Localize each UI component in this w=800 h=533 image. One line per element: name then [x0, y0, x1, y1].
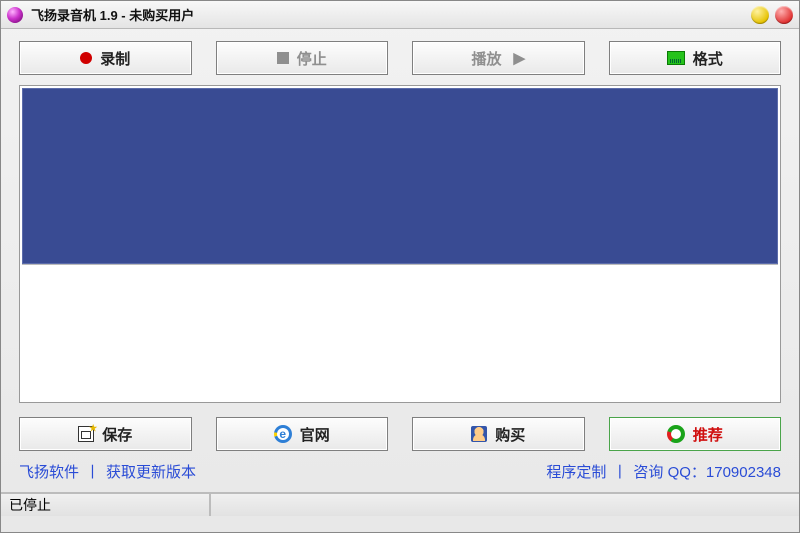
minimize-button[interactable] — [751, 6, 769, 24]
link-consult[interactable]: 咨询 QQ：170902348 — [633, 461, 781, 482]
separator: 丨 — [612, 461, 627, 482]
waveform-display — [22, 88, 778, 264]
user-icon — [471, 426, 487, 442]
format-button[interactable]: 格式 — [609, 41, 782, 75]
link-bar: 飞扬软件 丨 获取更新版本 程序定制 丨 咨询 QQ：170902348 — [1, 457, 799, 492]
record-icon — [80, 52, 92, 64]
separator: 丨 — [85, 461, 100, 482]
save-icon — [78, 426, 94, 442]
format-label: 格式 — [693, 48, 723, 69]
stop-icon — [277, 52, 289, 64]
main-toolbar: 录制 停止 播放 ▶ 格式 — [1, 29, 799, 85]
stop-button[interactable]: 停止 — [216, 41, 389, 75]
status-text: 已停止 — [1, 494, 211, 516]
recommend-button[interactable]: 推荐 — [609, 417, 782, 451]
browser-icon — [274, 425, 292, 443]
stop-label: 停止 — [297, 48, 327, 69]
website-button[interactable]: 官网 — [216, 417, 389, 451]
play-label: 播放 — [471, 48, 501, 69]
waveform-detail — [22, 264, 778, 400]
website-label: 官网 — [300, 424, 330, 445]
recommend-label: 推荐 — [693, 424, 723, 445]
link-software[interactable]: 飞扬软件 — [19, 461, 79, 482]
save-label: 保存 — [102, 424, 132, 445]
save-button[interactable]: 保存 — [19, 417, 192, 451]
waveform-area — [19, 85, 781, 403]
format-icon — [667, 51, 685, 65]
play-icon: ▶ — [513, 49, 525, 67]
window-title: 飞扬录音机 1.9 - 未购买用户 — [31, 5, 751, 24]
link-update[interactable]: 获取更新版本 — [106, 461, 196, 482]
app-icon — [7, 7, 23, 23]
swirl-icon — [667, 425, 685, 443]
secondary-toolbar: 保存 官网 购买 推荐 — [1, 403, 799, 457]
status-bar: 已停止 — [1, 492, 799, 516]
buy-label: 购买 — [495, 424, 525, 445]
window-controls — [751, 6, 793, 24]
record-label: 录制 — [100, 48, 130, 69]
play-button[interactable]: 播放 ▶ — [412, 41, 585, 75]
titlebar: 飞扬录音机 1.9 - 未购买用户 — [1, 1, 799, 29]
buy-button[interactable]: 购买 — [412, 417, 585, 451]
record-button[interactable]: 录制 — [19, 41, 192, 75]
close-button[interactable] — [775, 6, 793, 24]
link-custom[interactable]: 程序定制 — [546, 461, 606, 482]
